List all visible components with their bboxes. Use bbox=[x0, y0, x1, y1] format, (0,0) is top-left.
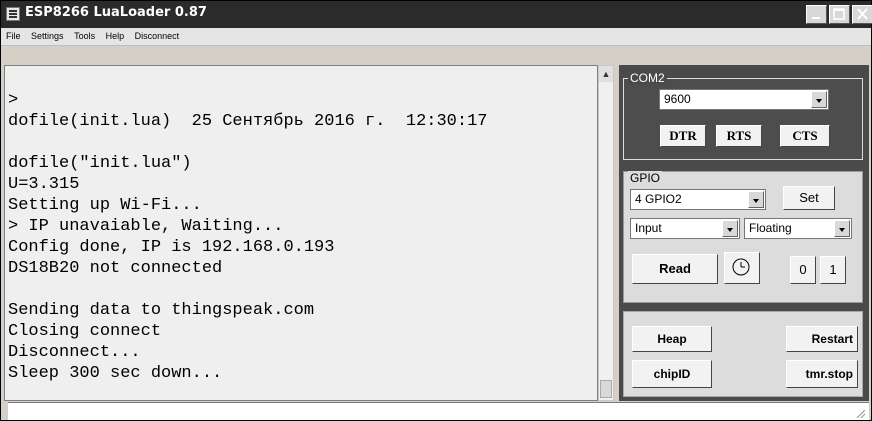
terminal-line: U=3.315 bbox=[8, 175, 80, 194]
gpio-pin-value: 4 GPIO2 bbox=[635, 192, 682, 206]
minimize-button[interactable] bbox=[806, 5, 827, 24]
chevron-down-icon[interactable] bbox=[722, 220, 738, 237]
terminal-line: Disconnect... bbox=[8, 343, 141, 362]
maximize-button[interactable] bbox=[829, 5, 850, 24]
com-port-group: COM2 9600 DTR RTS CTS bbox=[623, 71, 863, 160]
clock-icon bbox=[732, 258, 750, 276]
chevron-down-icon[interactable] bbox=[811, 91, 827, 108]
terminal-line: > bbox=[8, 91, 19, 110]
terminal-line: Sending data to thingspeak.com bbox=[8, 301, 315, 320]
scroll-up-icon[interactable]: ▲ bbox=[599, 66, 613, 82]
heap-button[interactable]: Heap bbox=[632, 326, 712, 352]
dtr-button[interactable]: DTR bbox=[660, 125, 706, 147]
terminal-line: Setting up Wi-Fi... bbox=[8, 196, 202, 215]
menu-tools[interactable]: Tools bbox=[70, 28, 99, 41]
rts-button[interactable]: RTS bbox=[716, 125, 762, 147]
chevron-down-icon[interactable] bbox=[834, 220, 850, 237]
terminal-line: > IP unavaiable, Waiting... bbox=[8, 217, 284, 236]
close-button[interactable] bbox=[852, 5, 872, 24]
command-input[interactable] bbox=[8, 402, 869, 420]
close-icon bbox=[857, 8, 868, 20]
menu-file[interactable]: File bbox=[1, 28, 25, 41]
chevron-down-icon[interactable] bbox=[748, 191, 764, 208]
gpio-set-button[interactable]: Set bbox=[783, 186, 835, 210]
terminal-line: Sleep 300 sec down... bbox=[8, 364, 223, 383]
menu-settings[interactable]: Settings bbox=[27, 28, 68, 41]
menu-disconnect[interactable]: Disconnect bbox=[131, 28, 184, 41]
gpio-mode-value: Input bbox=[635, 221, 662, 235]
window-title: ESP8266 LuaLoader 0.87 bbox=[25, 5, 207, 20]
menu-bar: File Settings Tools Help Disconnect bbox=[1, 28, 871, 46]
minimize-icon bbox=[812, 17, 820, 19]
terminal-line: dofile("init.lua") bbox=[8, 154, 192, 173]
chipid-button[interactable]: chipID bbox=[632, 360, 712, 388]
gpio-mode-select[interactable]: Input bbox=[630, 218, 740, 239]
terminal-text: > dofile(init.lua) 25 Сентябрь 2016 г. 1… bbox=[8, 69, 487, 384]
gpio-one-button[interactable]: 1 bbox=[820, 256, 846, 284]
scroll-thumb[interactable] bbox=[600, 380, 612, 398]
cts-button[interactable]: CTS bbox=[780, 125, 830, 147]
menu-help[interactable]: Help bbox=[102, 28, 129, 41]
timer-button[interactable] bbox=[724, 252, 760, 284]
com-port-label: COM2 bbox=[628, 71, 667, 85]
gpio-label: GPIO bbox=[628, 171, 663, 185]
terminal-line: DS18B20 not connected bbox=[8, 259, 223, 278]
maximize-icon bbox=[833, 8, 845, 20]
gpio-pin-select[interactable]: 4 GPIO2 bbox=[630, 189, 766, 210]
control-panel: COM2 9600 DTR RTS CTS GPIO 4 GPIO2 Set I… bbox=[619, 65, 869, 401]
app-window: ESP8266 LuaLoader 0.87 File Settings Too… bbox=[0, 0, 872, 421]
tmr-stop-button[interactable]: tmr.stop bbox=[786, 360, 858, 388]
command-group: Heap Restart chipID tmr.stop bbox=[623, 311, 863, 397]
terminal-line: dofile(init.lua) 25 Сентябрь 2016 г. 12:… bbox=[8, 112, 488, 131]
terminal-line: Closing connect bbox=[8, 322, 162, 341]
gpio-group: GPIO 4 GPIO2 Set Input Floating Read 0 1 bbox=[623, 171, 863, 303]
gpio-zero-button[interactable]: 0 bbox=[790, 256, 816, 284]
title-bar[interactable]: ESP8266 LuaLoader 0.87 bbox=[1, 1, 872, 28]
gpio-pull-select[interactable]: Floating bbox=[744, 218, 852, 239]
terminal-scrollbar[interactable]: ▲ bbox=[598, 65, 614, 401]
restart-button[interactable]: Restart bbox=[786, 326, 858, 352]
baud-rate-value: 9600 bbox=[664, 92, 691, 106]
gpio-pull-value: Floating bbox=[749, 221, 792, 235]
app-icon bbox=[6, 7, 20, 21]
gpio-read-button[interactable]: Read bbox=[632, 254, 718, 284]
terminal-output[interactable]: > dofile(init.lua) 25 Сентябрь 2016 г. 1… bbox=[4, 65, 598, 401]
baud-rate-select[interactable]: 9600 bbox=[659, 89, 829, 110]
resize-grip-icon[interactable] bbox=[857, 410, 865, 418]
terminal-line: Config done, IP is 192.168.0.193 bbox=[8, 238, 335, 257]
